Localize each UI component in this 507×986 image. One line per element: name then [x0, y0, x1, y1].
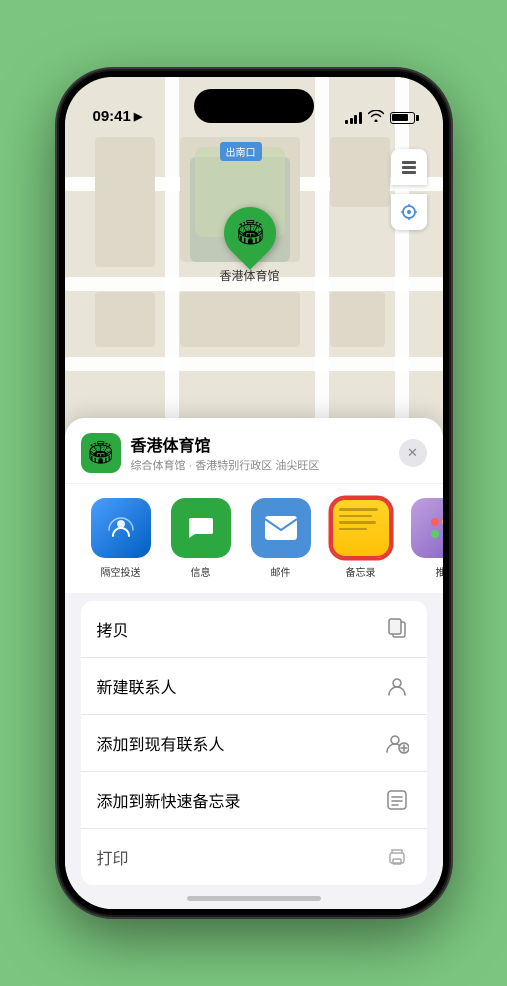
close-button[interactable]: ✕	[399, 439, 427, 467]
message-label: 信息	[191, 564, 211, 579]
time-display: 09:41	[93, 108, 131, 125]
map-label-text: 南口	[236, 148, 256, 159]
notes-icon	[331, 498, 391, 558]
map-layers-button[interactable]	[391, 149, 427, 185]
dynamic-island	[194, 89, 314, 123]
more-icon	[411, 498, 443, 558]
wifi-icon	[368, 110, 384, 125]
action-new-contact[interactable]: 新建联系人	[81, 658, 427, 715]
action-list: 拷贝 新建联系人	[81, 601, 427, 885]
share-item-notes[interactable]: 备忘录	[321, 498, 401, 579]
notes-label: 备忘录	[346, 564, 376, 579]
copy-icon	[383, 615, 411, 643]
share-item-mail[interactable]: 邮件	[241, 498, 321, 579]
action-add-contact-label: 添加到现有联系人	[97, 731, 225, 755]
more-label: 推	[436, 564, 443, 579]
phone-frame: 09:41 ▶	[59, 71, 449, 915]
action-new-contact-label: 新建联系人	[97, 674, 177, 698]
mail-icon	[251, 498, 311, 558]
location-arrow: ▶	[134, 110, 142, 123]
add-contact-icon	[383, 729, 411, 757]
action-quick-note[interactable]: 添加到新快速备忘录	[81, 772, 427, 829]
bottom-sheet: 🏟 香港体育馆 综合体育馆 · 香港特别行政区 油尖旺区 ✕	[65, 418, 443, 909]
action-print-label: 打印	[97, 845, 129, 869]
marker-icon: 🏟	[234, 219, 264, 248]
battery-icon	[390, 112, 415, 124]
venue-icon: 🏟	[81, 433, 121, 473]
home-indicator	[187, 896, 321, 901]
mail-label: 邮件	[271, 564, 291, 579]
marker-pin: 🏟	[213, 196, 287, 270]
action-quick-note-label: 添加到新快速备忘录	[97, 788, 241, 812]
share-item-airdrop[interactable]: 隔空投送	[81, 498, 161, 579]
location-button[interactable]	[391, 194, 427, 230]
map-label: 出南口	[220, 142, 262, 161]
phone-screen: 09:41 ▶	[65, 77, 443, 909]
stadium-marker[interactable]: 🏟 香港体育馆	[220, 207, 280, 284]
action-copy-label: 拷贝	[97, 617, 129, 641]
airdrop-icon	[91, 498, 151, 558]
signal-icon	[345, 112, 362, 124]
action-add-contact[interactable]: 添加到现有联系人	[81, 715, 427, 772]
action-copy[interactable]: 拷贝	[81, 601, 427, 658]
share-item-message[interactable]: 信息	[161, 498, 241, 579]
action-print[interactable]: 打印	[81, 829, 427, 885]
map-controls	[391, 149, 427, 230]
status-time: 09:41 ▶	[93, 108, 143, 125]
share-item-more[interactable]: 推	[401, 498, 443, 579]
new-contact-icon	[383, 672, 411, 700]
airdrop-label: 隔空投送	[101, 564, 141, 579]
share-row: 隔空投送 信息	[65, 484, 443, 593]
map-label-prefix: 出	[226, 148, 236, 159]
sheet-header: 🏟 香港体育馆 综合体育馆 · 香港特别行政区 油尖旺区 ✕	[65, 418, 443, 483]
status-icons	[345, 110, 415, 125]
venue-name: 香港体育馆	[131, 432, 389, 456]
venue-description: 综合体育馆 · 香港特别行政区 油尖旺区	[131, 457, 389, 473]
venue-info: 香港体育馆 综合体育馆 · 香港特别行政区 油尖旺区	[131, 432, 389, 473]
quick-note-icon	[383, 786, 411, 814]
message-icon	[171, 498, 231, 558]
print-icon	[383, 843, 411, 871]
